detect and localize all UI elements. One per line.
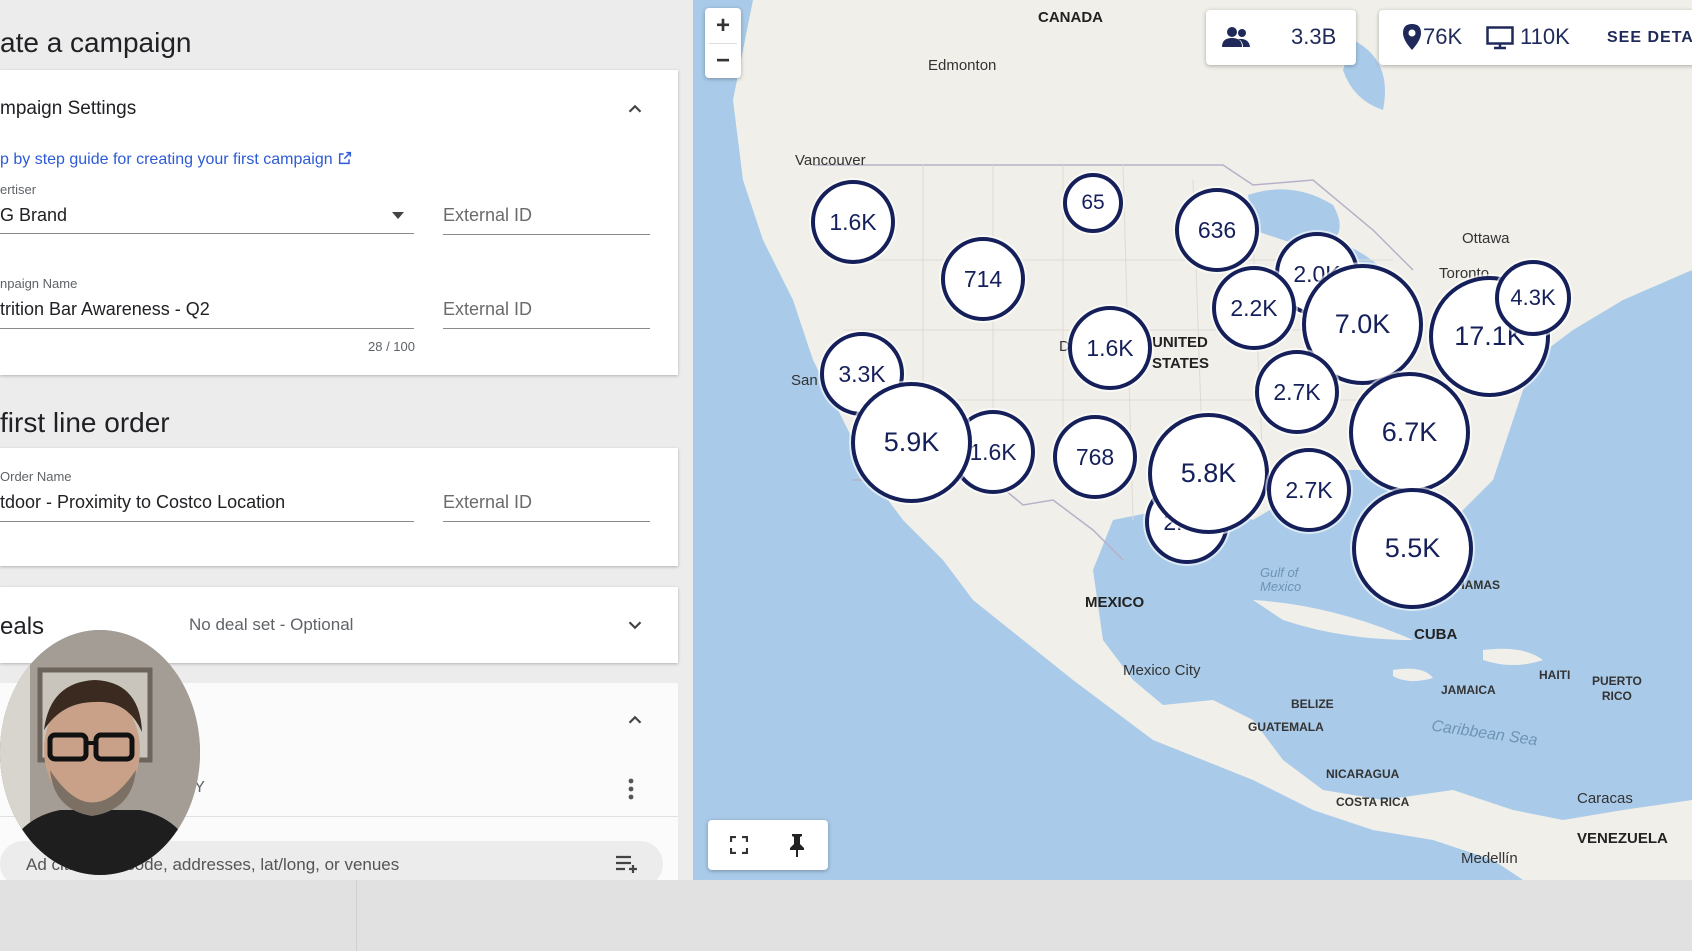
order-external-id-input[interactable]: External ID bbox=[443, 492, 650, 522]
presenter-webcam bbox=[0, 630, 200, 875]
label-united-states: UNITED STATES bbox=[1152, 334, 1209, 372]
campaign-settings-title: mpaign Settings bbox=[0, 98, 137, 119]
line-order-title: first line order bbox=[0, 407, 170, 438]
label-mexico: MEXICO bbox=[1085, 594, 1145, 611]
label-costa-rica: COSTA RICA bbox=[1336, 795, 1410, 809]
external-id-placeholder: External ID bbox=[443, 299, 533, 319]
advertiser-external-id-input[interactable]: External ID bbox=[443, 205, 650, 235]
guide-link[interactable]: p by step guide for creating your first … bbox=[0, 150, 353, 169]
campaign-name-label: npaign Name bbox=[0, 276, 78, 291]
label-vancouver: Vancouver bbox=[795, 152, 866, 169]
advertiser-underline bbox=[0, 233, 414, 234]
label-gulf-of-mexico: Gulf of Mexico bbox=[1260, 565, 1302, 594]
campaign-settings-card: mpaign Settings p by step guide for crea… bbox=[0, 70, 678, 375]
label-belize: BELIZE bbox=[1291, 697, 1334, 711]
campaign-name-value: trition Bar Awareness - Q2 bbox=[0, 299, 210, 319]
collapse-chevron-icon[interactable] bbox=[624, 709, 646, 731]
cluster-marker[interactable]: 2.2K bbox=[1212, 266, 1296, 350]
inventory-stats: 76K 110K SEE DETA bbox=[1379, 10, 1692, 65]
cluster-marker[interactable]: 714 bbox=[941, 237, 1025, 321]
campaign-name-input[interactable]: npaign Name trition Bar Awareness - Q2 bbox=[0, 276, 414, 329]
label-medellin: Medellín bbox=[1461, 850, 1518, 867]
label-san: San bbox=[791, 372, 818, 389]
cluster-marker[interactable]: 2.7K bbox=[1255, 350, 1339, 434]
presenter-image bbox=[0, 630, 200, 875]
external-link-icon bbox=[339, 151, 352, 165]
playlist-add-icon[interactable] bbox=[615, 854, 641, 874]
screen-icon bbox=[1486, 26, 1514, 50]
audience-stat: 3.3B bbox=[1206, 10, 1356, 65]
cluster-marker[interactable]: 4.3K bbox=[1495, 260, 1571, 336]
location-pin-icon bbox=[1403, 24, 1421, 50]
divider bbox=[356, 880, 357, 951]
external-id-placeholder: External ID bbox=[443, 205, 533, 225]
external-id-placeholder: External ID bbox=[443, 492, 533, 512]
screens-value: 110K bbox=[1520, 24, 1570, 49]
campaign-form-panel: ate a campaign mpaign Settings p by step… bbox=[0, 0, 693, 880]
map-tools bbox=[708, 820, 828, 870]
deals-status: No deal set - Optional bbox=[189, 615, 354, 634]
cluster-marker[interactable]: 2.7K bbox=[1267, 448, 1351, 532]
label-ottawa: Ottawa bbox=[1462, 230, 1510, 247]
char-counter: 28 / 100 bbox=[368, 339, 415, 354]
cluster-marker[interactable]: 768 bbox=[1053, 415, 1137, 499]
label-nicaragua: NICARAGUA bbox=[1326, 767, 1400, 781]
cluster-marker[interactable]: 1.6K bbox=[811, 180, 895, 264]
label-canada: CANADA bbox=[1038, 9, 1103, 26]
cluster-marker[interactable]: 65 bbox=[1063, 173, 1123, 233]
label-cuba: CUBA bbox=[1414, 626, 1458, 643]
bottom-bar bbox=[0, 880, 1692, 951]
order-name-input[interactable]: Order Name tdoor - Proximity to Costco L… bbox=[0, 469, 414, 522]
map-view[interactable]: CANADA Edmonton Vancouver Ottawa Toronto… bbox=[693, 0, 1692, 880]
label-haiti: HAITI bbox=[1539, 668, 1571, 682]
audience-value: 3.3B bbox=[1291, 24, 1337, 49]
label-guatemala: GUATEMALA bbox=[1248, 720, 1324, 734]
dropdown-arrow-icon bbox=[392, 212, 404, 219]
zoom-out-button[interactable]: − bbox=[705, 43, 741, 78]
collapse-chevron-icon[interactable] bbox=[624, 98, 646, 120]
cluster-marker[interactable]: 5.9K bbox=[851, 382, 972, 503]
fullscreen-icon[interactable] bbox=[730, 836, 748, 854]
advertiser-label: ertiser bbox=[0, 182, 37, 197]
locations-value: 76K bbox=[1423, 24, 1463, 49]
cluster-marker[interactable]: 636 bbox=[1175, 188, 1259, 272]
pin-icon[interactable] bbox=[788, 833, 806, 857]
deals-title: eals bbox=[0, 613, 45, 640]
more-vert-icon[interactable] bbox=[627, 777, 635, 801]
label-caracas: Caracas bbox=[1577, 790, 1633, 807]
order-name-value: tdoor - Proximity to Costco Location bbox=[0, 492, 286, 512]
expand-chevron-icon[interactable] bbox=[624, 614, 646, 636]
advertiser-value: G Brand bbox=[0, 205, 68, 225]
order-name-label: Order Name bbox=[0, 469, 72, 484]
cluster-marker[interactable]: 5.5K bbox=[1352, 488, 1473, 609]
label-jamaica: JAMAICA bbox=[1441, 683, 1496, 697]
people-icon bbox=[1222, 27, 1250, 47]
zoom-in-button[interactable]: + bbox=[705, 8, 741, 43]
zoom-controls: + − bbox=[705, 8, 741, 78]
line-order-card: Order Name tdoor - Proximity to Costco L… bbox=[0, 448, 678, 566]
cluster-marker[interactable]: 1.6K bbox=[1068, 306, 1152, 390]
page-title: ate a campaign bbox=[0, 27, 192, 58]
see-details-button[interactable]: SEE DETA bbox=[1607, 29, 1692, 47]
cluster-marker[interactable]: 5.8K bbox=[1148, 413, 1269, 534]
guide-link-label: p by step guide for creating your first … bbox=[0, 151, 333, 168]
label-venezuela: VENEZUELA bbox=[1577, 830, 1668, 847]
label-puerto-rico: PUERTO RICO bbox=[1592, 674, 1642, 703]
label-mexico-city: Mexico City bbox=[1123, 662, 1201, 679]
cluster-marker[interactable]: 6.7K bbox=[1349, 372, 1470, 493]
label-edmonton: Edmonton bbox=[928, 57, 997, 74]
campaign-external-id-input[interactable]: External ID bbox=[443, 299, 650, 329]
